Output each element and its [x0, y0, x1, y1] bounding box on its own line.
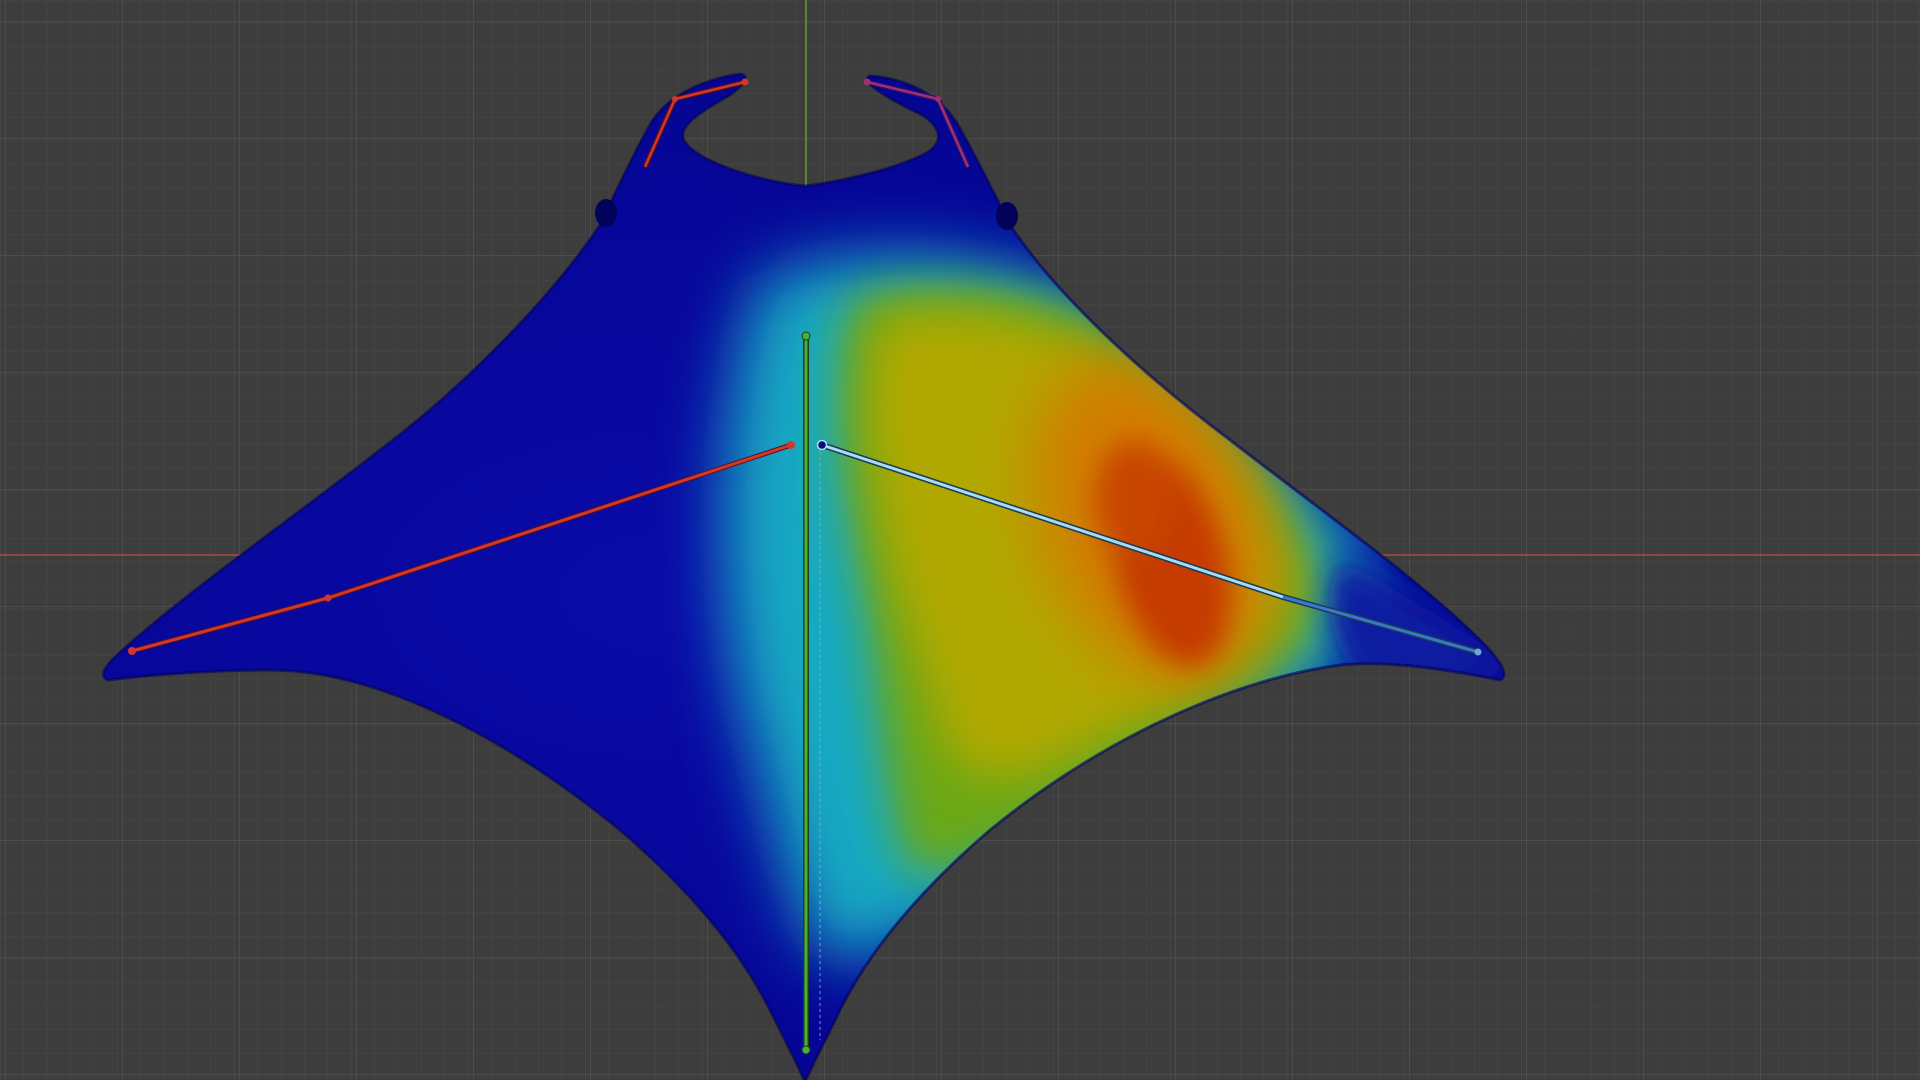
left-eye-icon [595, 199, 617, 227]
3d-viewport[interactable] [0, 0, 1920, 1080]
right-eye-icon [996, 202, 1018, 230]
spine-bone[interactable] [801, 331, 811, 1055]
